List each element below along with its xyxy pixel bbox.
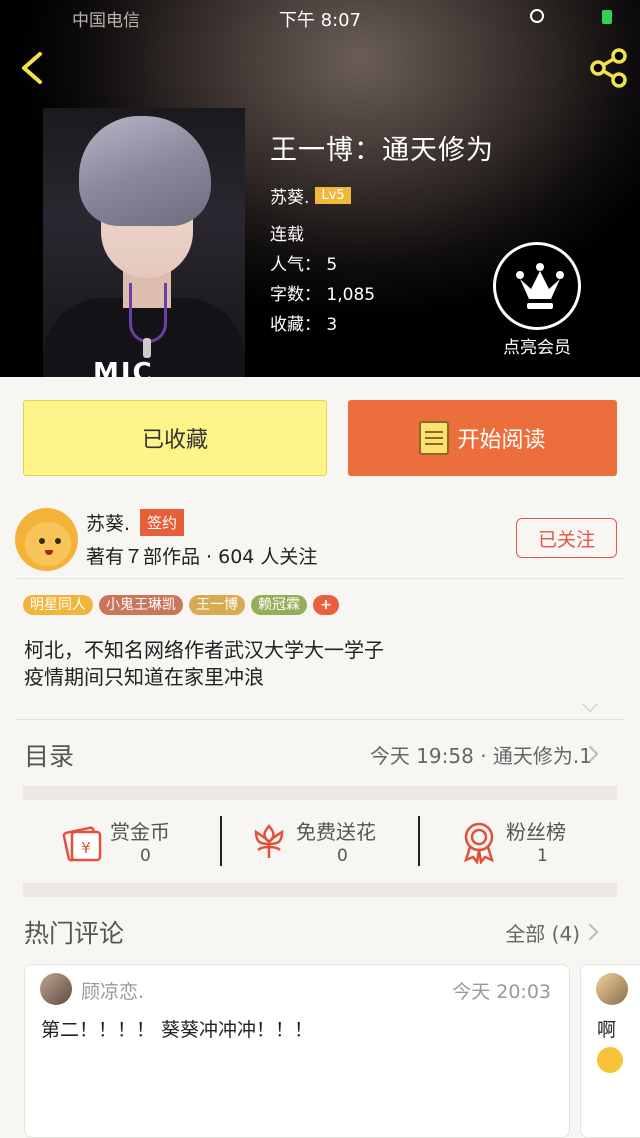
flower-icon <box>254 824 284 858</box>
latest-chapter[interactable]: 今天 19:58 · 通天修为.1 <box>370 740 592 769</box>
comment-time: 今天 20:03 <box>452 981 551 1003</box>
tag-chip[interactable]: 赖冠霖 <box>251 595 307 615</box>
back-button[interactable] <box>14 48 54 88</box>
start-reading-label: 开始阅读 <box>457 428 546 453</box>
serial-status: 连载 <box>270 225 304 245</box>
hot-comments-label: 热门评论 <box>24 919 125 948</box>
comment-text: 啊 <box>597 1019 617 1041</box>
comments-chevron-icon[interactable] <box>581 923 599 941</box>
battery-icon <box>602 10 612 24</box>
expand-chevron-icon[interactable] <box>582 696 598 712</box>
book-icon <box>419 421 450 455</box>
tag-chip[interactable]: 王一博 <box>189 595 245 615</box>
vip-label[interactable]: 点亮会员 <box>480 333 594 358</box>
commenter-avatar[interactable] <box>40 973 72 1005</box>
crown-icon <box>516 263 564 309</box>
book-info: 王一博：通天修为 苏葵. Lv5 连载 人气： 5 字数： 1,085 收藏： … <box>270 128 494 340</box>
commenter-avatar[interactable] <box>596 973 628 1005</box>
book-description: 柯北，不知名网络作者武汉大学大一学子 疫情期间只知道在家里冲浪 <box>24 637 384 691</box>
favorited-label: 已收藏 <box>141 428 208 453</box>
description-line: 柯北，不知名网络作者武汉大学大一学子 <box>24 638 384 662</box>
commenter-name[interactable]: 顾凉恋. <box>81 977 144 1004</box>
rotation-lock-icon <box>530 9 544 23</box>
section-band <box>23 786 617 800</box>
divider <box>220 816 222 866</box>
comment-card[interactable]: 顾凉恋. 今天 20:03 第二！！！！ 葵葵冲冲冲！！！ <box>24 964 570 1138</box>
author-name-row: 苏葵. 签约 <box>86 509 185 536</box>
popularity: 人气： 5 <box>270 255 338 275</box>
fan-ranking-button[interactable]: 粉丝榜 1 <box>460 814 590 870</box>
follow-button[interactable]: 已关注 <box>516 518 617 558</box>
svg-text:¥: ¥ <box>81 839 91 857</box>
favorite-count: 收藏： 3 <box>270 315 338 335</box>
tag-chip[interactable]: 小鬼王琳凯 <box>99 595 183 615</box>
more-tags-button[interactable]: + <box>313 595 339 615</box>
fans-label: 粉丝榜 <box>506 820 566 844</box>
all-comments-link[interactable]: 全部 (4) <box>505 918 580 947</box>
divider <box>15 719 625 720</box>
comment-card[interactable]: 啊 <box>580 964 640 1138</box>
signed-badge: 签约 <box>140 509 185 536</box>
reward-coins-button[interactable]: ¥ 赏金币 0 <box>60 814 190 870</box>
share-button[interactable] <box>586 46 630 90</box>
tag-list: 明星同人 小鬼王琳凯 王一博 赖冠霖 + <box>23 595 339 615</box>
coin-envelope-icon: ¥ <box>62 826 102 862</box>
tag-chip[interactable]: 明星同人 <box>23 595 93 615</box>
medal-icon <box>464 822 494 864</box>
book-author-row: 苏葵. Lv5 <box>270 183 494 208</box>
comment-text: 第二！！！！ 葵葵冲冲冲！！！ <box>41 1019 314 1041</box>
free-flowers-button[interactable]: 免费送花 0 <box>250 814 400 870</box>
divider <box>418 816 420 866</box>
favorited-button[interactable]: 已收藏 <box>23 400 327 476</box>
start-reading-button[interactable]: 开始阅读 <box>348 400 617 476</box>
description-line: 疫情期间只知道在家里冲浪 <box>24 665 264 689</box>
vip-button[interactable] <box>493 242 581 330</box>
book-cover[interactable]: MIC <box>43 108 245 377</box>
status-bar: 中国电信 下午 8:07 <box>0 0 640 34</box>
status-time: 下午 8:07 <box>278 10 362 31</box>
book-meta: 连载 人气： 5 字数： 1,085 收藏： 3 <box>270 220 494 340</box>
reward-label: 赏金币 <box>110 820 170 844</box>
word-count: 字数： 1,085 <box>270 285 376 305</box>
book-header: 中国电信 下午 8:07 MIC 王一博：通天修为 苏葵. Lv5 连载 人气：… <box>0 0 640 377</box>
book-author[interactable]: 苏葵. <box>270 183 309 208</box>
flowers-value: 0 <box>337 846 348 866</box>
share-icon <box>590 48 627 88</box>
book-title: 王一博：通天修为 <box>270 135 494 166</box>
toc-label[interactable]: 目录 <box>24 737 74 773</box>
chevron-left-icon <box>22 52 42 84</box>
emoji-icon <box>597 1047 623 1073</box>
reward-value: 0 <box>140 846 151 866</box>
author-stats: 著有７部作品 · 604 人关注 <box>86 546 318 568</box>
flowers-label: 免费送花 <box>296 820 376 844</box>
section-band <box>23 883 617 897</box>
fans-value: 1 <box>537 846 548 866</box>
divider <box>15 578 625 579</box>
level-badge: Lv5 <box>315 187 351 204</box>
author-name[interactable]: 苏葵. <box>86 509 130 536</box>
author-avatar[interactable] <box>15 508 78 571</box>
cover-shirt-print: MIC <box>93 358 154 377</box>
